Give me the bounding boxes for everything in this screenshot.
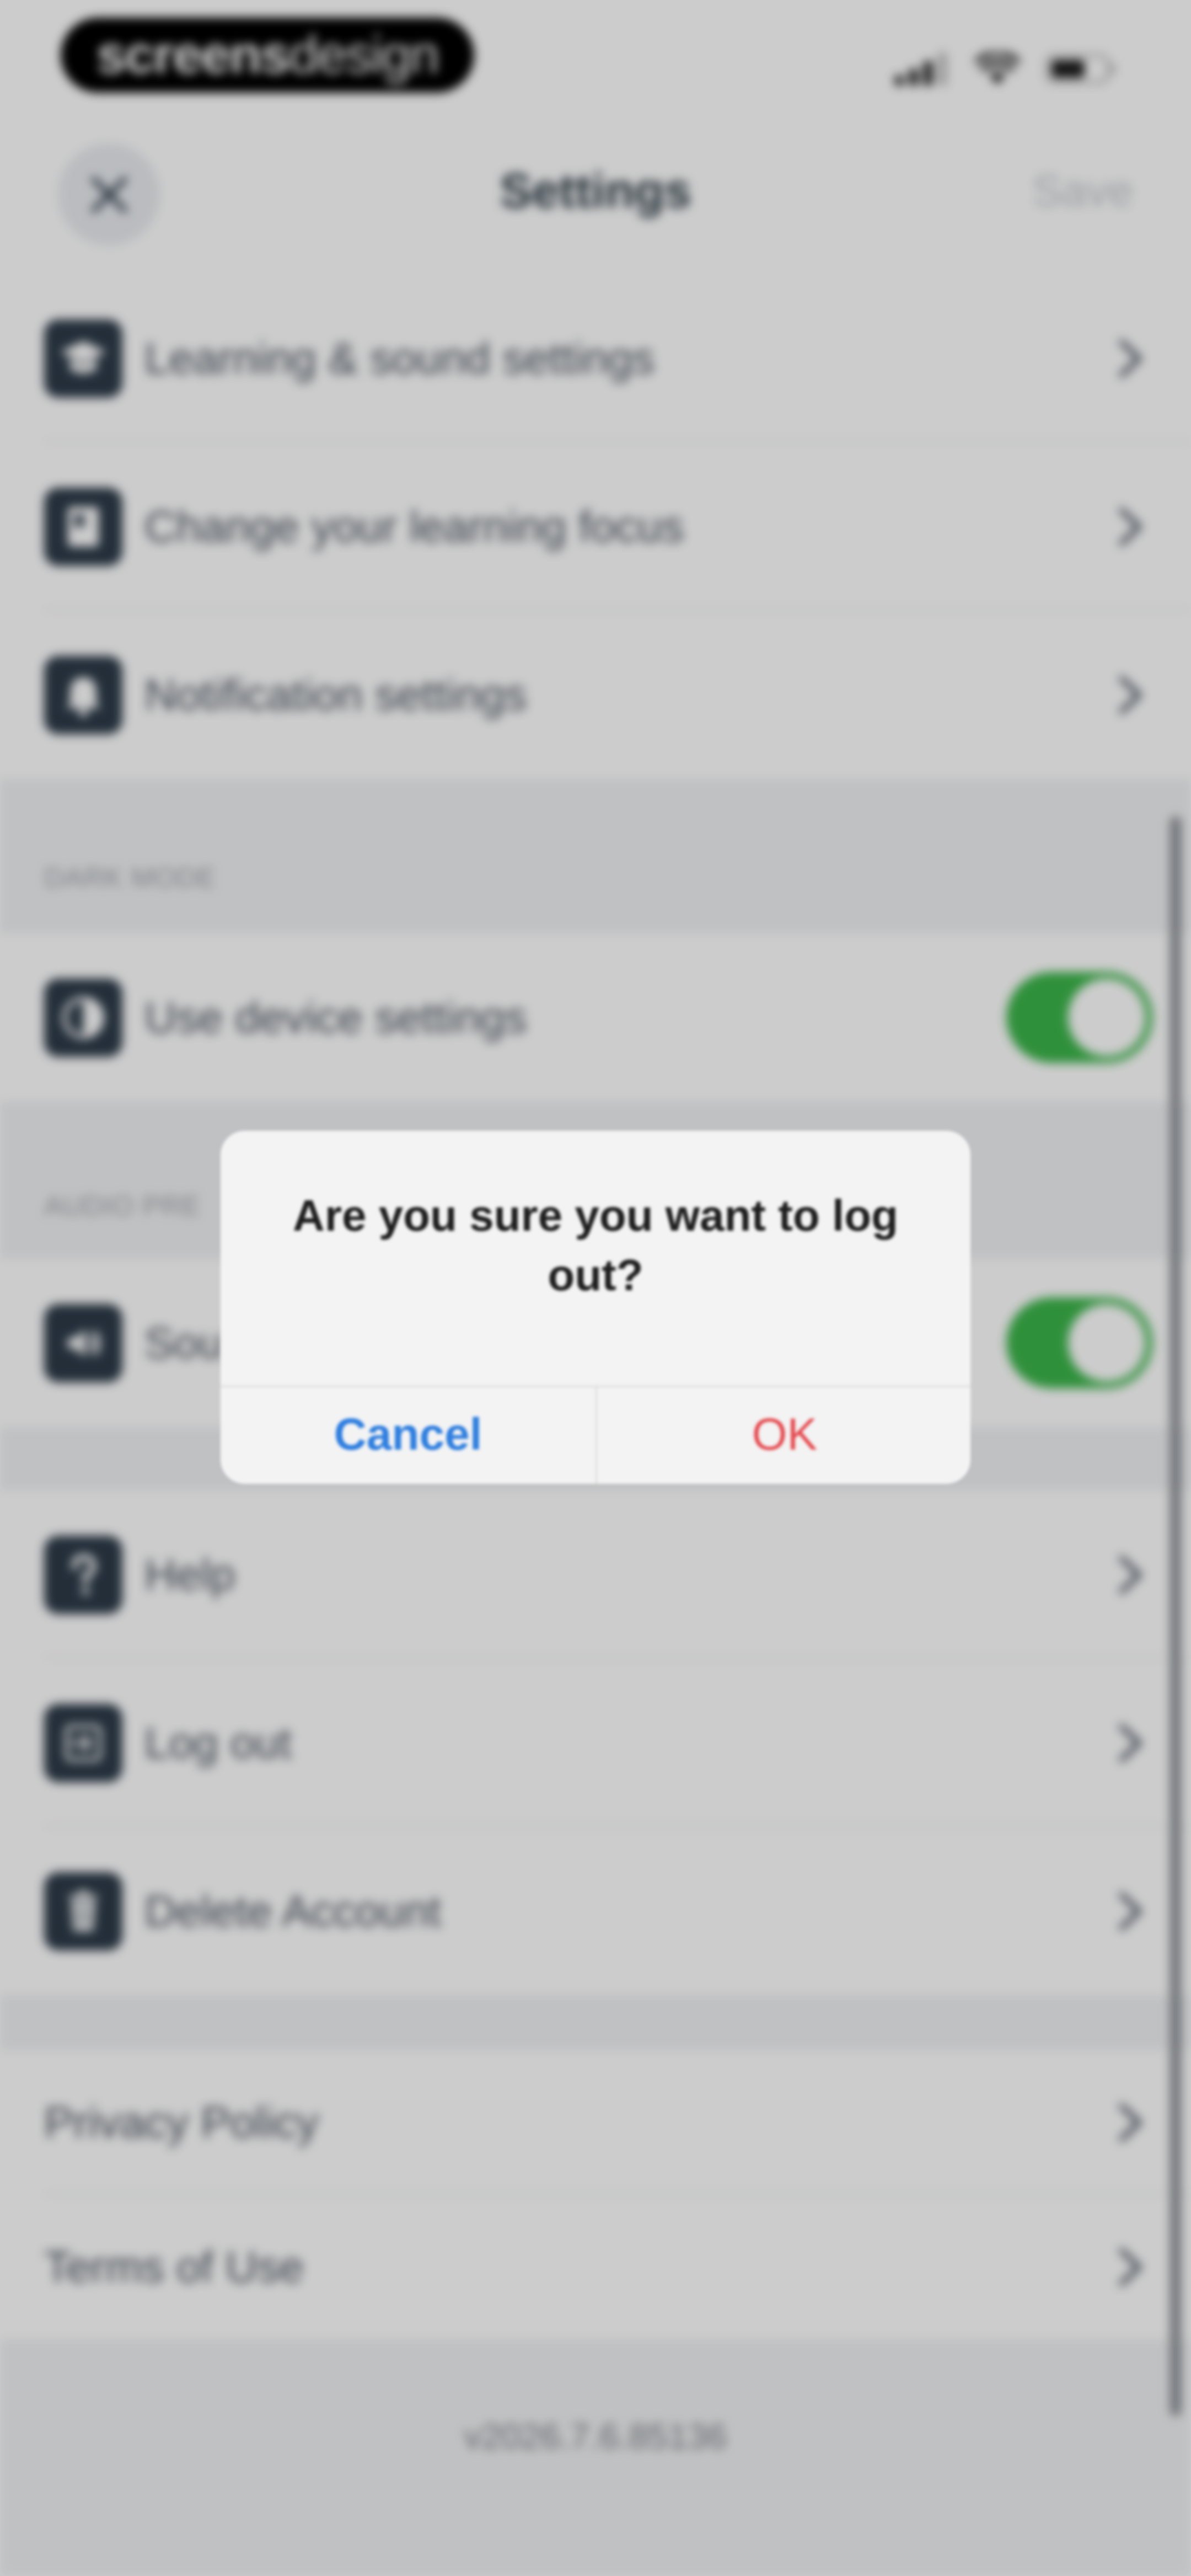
settings-screen: screens design Settings Save Learning & … — [0, 0, 1191, 2576]
cancel-button[interactable]: Cancel — [221, 1386, 596, 1484]
logout-alert-dialog: Are you sure you want to log out? Cancel… — [221, 1131, 970, 1484]
ok-button[interactable]: OK — [597, 1386, 970, 1484]
alert-message: Are you sure you want to log out? — [293, 1191, 898, 1300]
